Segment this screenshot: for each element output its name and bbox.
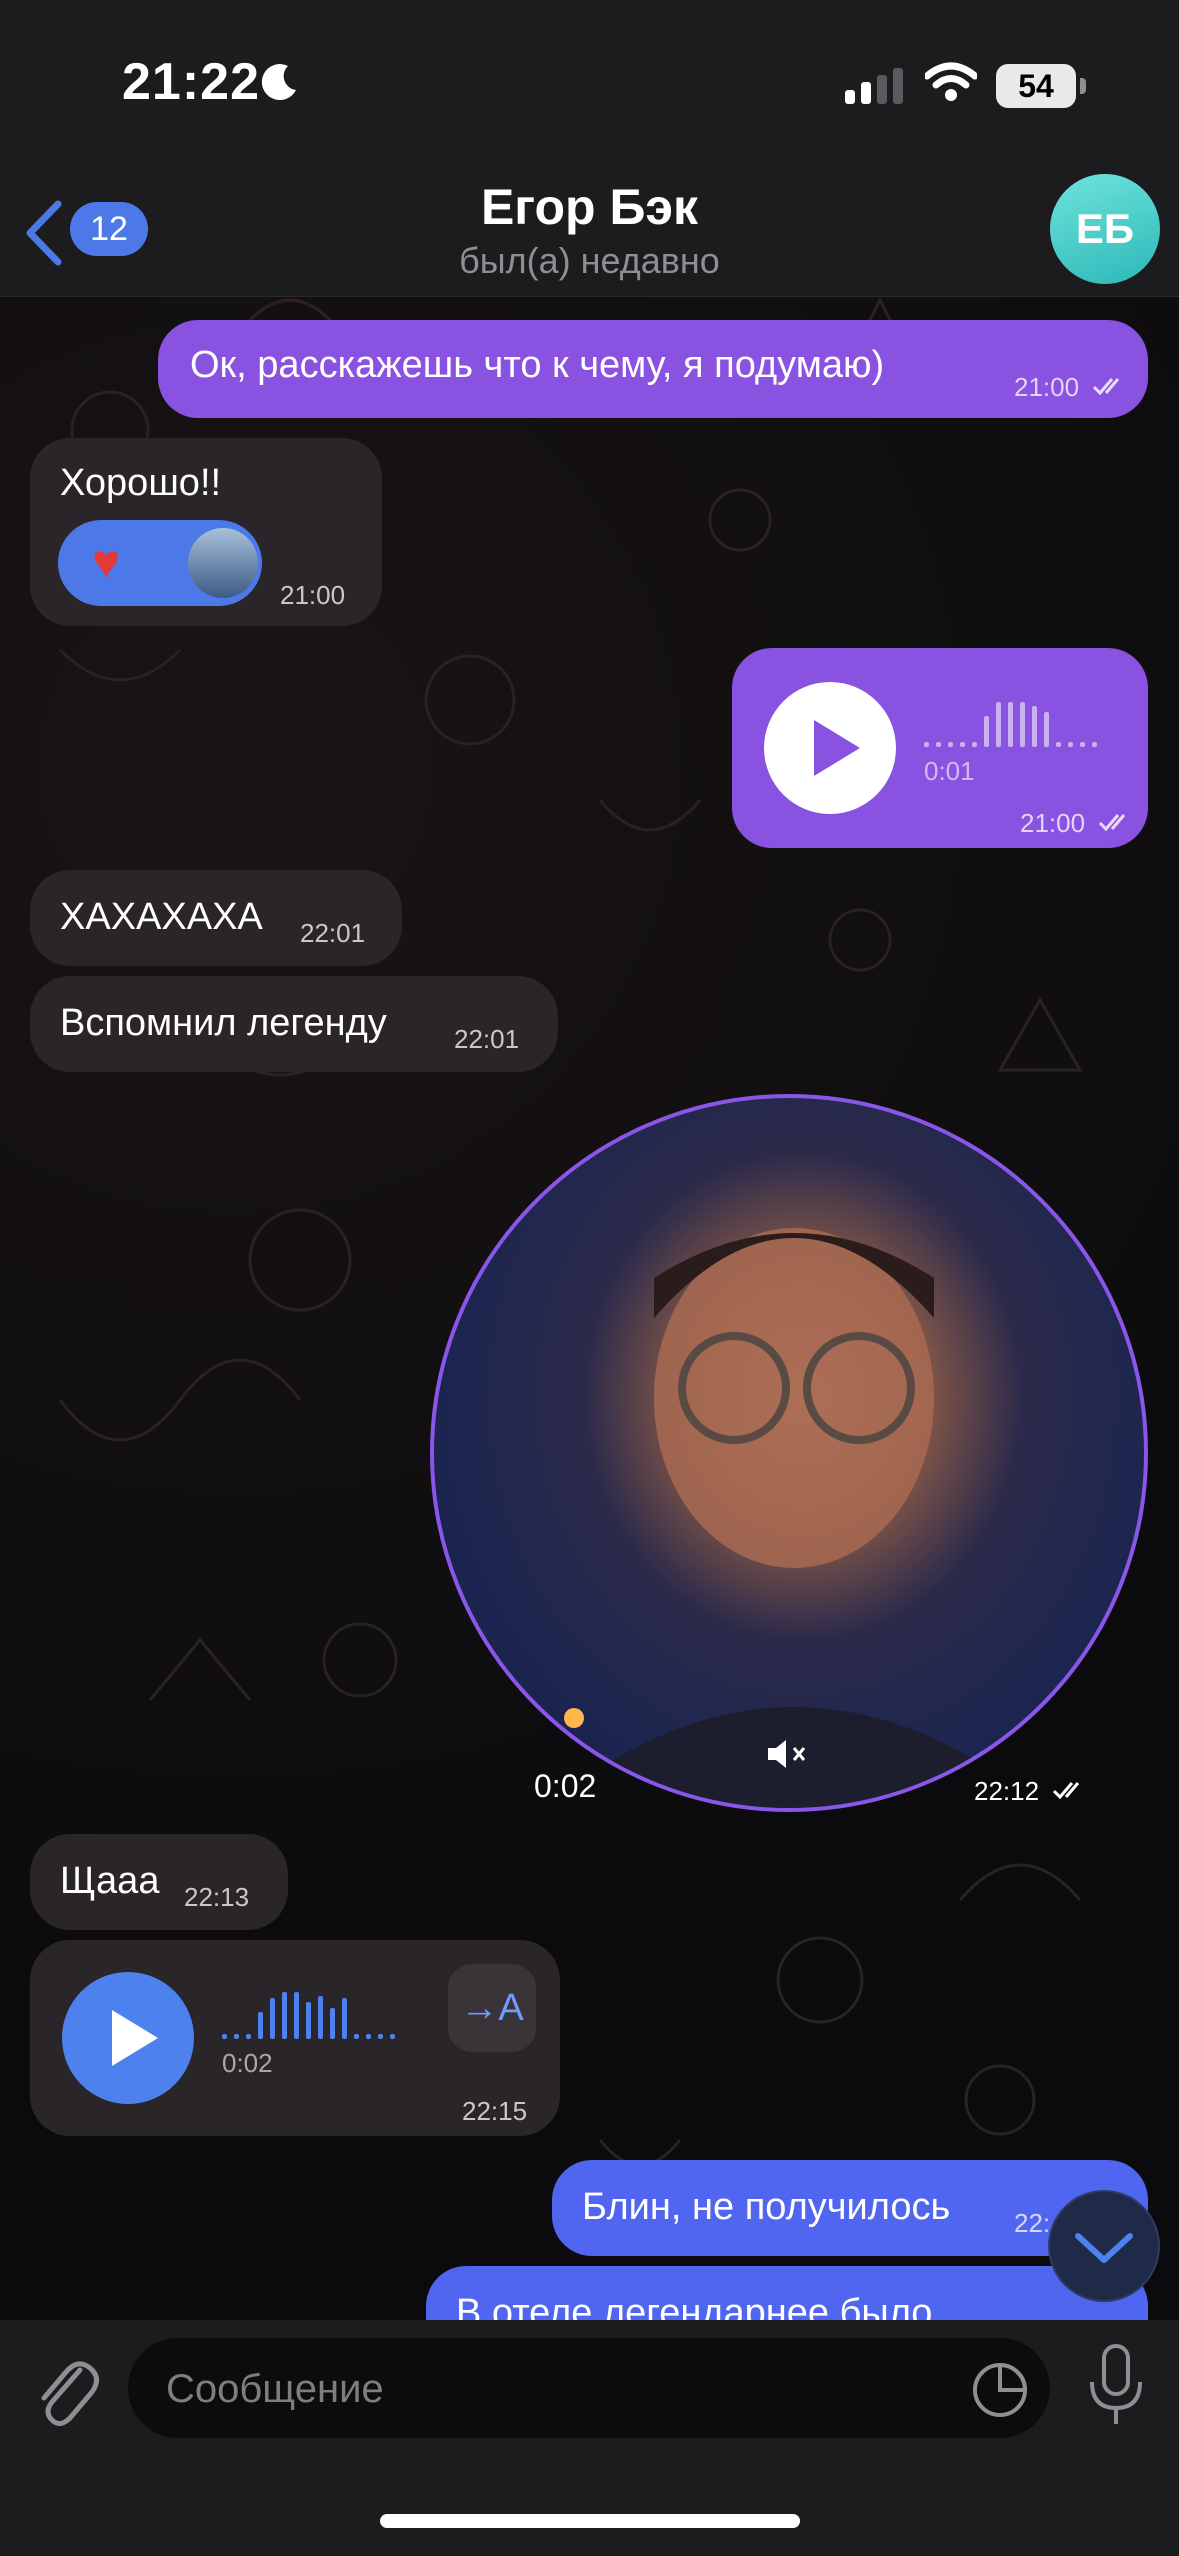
play-icon xyxy=(814,720,860,776)
scroll-down-button[interactable] xyxy=(1048,2190,1160,2302)
message-bubble[interactable]: Ок, расскажешь что к чему, я подумаю) 21… xyxy=(158,320,1148,418)
battery-indicator: 54 xyxy=(996,64,1076,108)
message-time: 21:00 xyxy=(1014,372,1080,402)
message-time: 21:00 xyxy=(1020,808,1086,838)
chat-title[interactable]: Егор Бэк xyxy=(0,178,1179,236)
video-duration: 0:02 xyxy=(534,1768,597,1804)
message-time-group: 22:12 xyxy=(974,1776,1086,1807)
double-check-icon xyxy=(1099,814,1126,832)
message-bubble[interactable]: Щааа 22:13 xyxy=(30,1834,288,1930)
play-button[interactable] xyxy=(62,1972,194,2104)
heart-reaction-icon: ♥ xyxy=(92,536,121,589)
play-icon xyxy=(112,2010,158,2066)
message-text: Хорошо!! xyxy=(60,462,222,504)
message-input[interactable] xyxy=(164,2338,928,2440)
message-bubble[interactable]: Хорошо!! ♥ 21:00 xyxy=(30,438,382,626)
sticker-icon[interactable] xyxy=(970,2360,1030,2420)
contact-avatar[interactable]: ЕБ xyxy=(1050,174,1160,284)
transcribe-button[interactable]: →A xyxy=(448,1964,536,2052)
reaction-chip[interactable]: ♥ xyxy=(58,520,262,606)
cellular-signal-icon xyxy=(845,68,903,104)
chat-header: 12 Егор Бэк был(а) недавно ЕБ xyxy=(0,170,1179,297)
message-time: 22: xyxy=(1014,2208,1051,2238)
battery-tip xyxy=(1080,78,1086,94)
message-time: 22:01 xyxy=(300,918,366,948)
wifi-icon xyxy=(925,62,977,101)
video-frame xyxy=(543,1228,1045,1808)
message-text: Ок, расскажешь что к чему, я подумаю) xyxy=(190,344,885,386)
moon-icon xyxy=(261,64,296,101)
voice-message[interactable]: 0:01 21:00 xyxy=(732,648,1148,848)
voice-waveform xyxy=(924,702,1097,747)
message-time: 21:00 xyxy=(280,580,346,610)
message-bubble[interactable]: ХАХАХАХА 22:01 xyxy=(30,870,402,966)
message-time: 22:12 xyxy=(974,1776,1040,1806)
muted-speaker-icon[interactable] xyxy=(766,1736,810,1772)
message-time: 22:15 xyxy=(462,2096,528,2126)
voice-duration: 0:01 xyxy=(924,756,975,786)
message-text: ХАХАХАХА xyxy=(60,896,263,938)
status-time: 21:22 xyxy=(122,53,260,111)
double-check-icon xyxy=(1093,378,1120,396)
status-bar: 21:22 54 xyxy=(0,0,1179,170)
play-button[interactable] xyxy=(764,682,896,814)
message-time: 22:01 xyxy=(454,1024,520,1054)
paperclip-icon[interactable] xyxy=(30,2350,100,2430)
message-text: Вспомнил легенду xyxy=(60,1002,387,1044)
voice-duration: 0:02 xyxy=(222,2048,273,2078)
message-time: 22:13 xyxy=(184,1882,250,1912)
chat-status: был(а) недавно xyxy=(459,240,720,281)
chevron-down-icon xyxy=(1075,2233,1133,2263)
home-indicator xyxy=(380,2514,800,2528)
message-text: Блин, не получилось xyxy=(582,2186,951,2228)
message-bubble[interactable]: Вспомнил легенду 22:01 xyxy=(30,976,558,1072)
video-message[interactable] xyxy=(430,1094,1148,1812)
voice-waveform xyxy=(222,1992,395,2039)
microphone-icon[interactable] xyxy=(1084,2342,1148,2432)
double-check-icon xyxy=(1053,1782,1080,1800)
reactor-avatar xyxy=(188,528,258,598)
message-text: Щааа xyxy=(60,1860,160,1902)
message-field[interactable] xyxy=(128,2338,1050,2440)
